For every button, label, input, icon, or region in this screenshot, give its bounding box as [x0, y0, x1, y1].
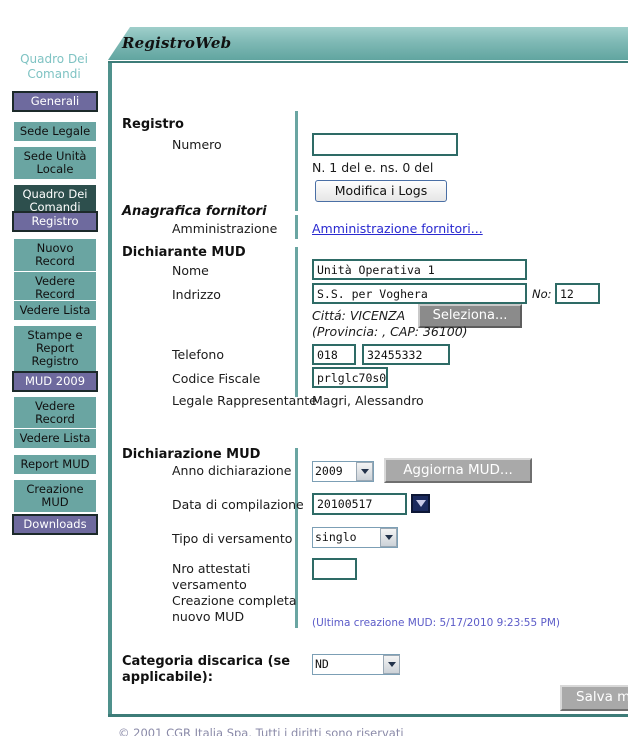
label-codice-fiscale: Codice Fiscale: [172, 371, 261, 386]
sidebar-item-nuovo-record[interactable]: Nuovo Record: [14, 238, 96, 271]
form-panel: Registro Numero N. 1 del e. ns. 0 del Mo…: [108, 63, 628, 715]
sidebar-item-mud-2009[interactable]: MUD 2009: [12, 371, 98, 392]
sidebar-title: Quadro Dei Comandi: [20, 52, 88, 81]
sidebar-item-registro[interactable]: Registro: [12, 211, 98, 232]
registro-summary-text: N. 1 del e. ns. 0 del: [312, 160, 434, 175]
label-creazione-completa: Creazione completa nuovo MUD: [172, 593, 297, 624]
chevron-down-icon-tipo[interactable]: [380, 528, 397, 547]
provincia-cap-text: (Provincia: , CAP: 36100): [312, 324, 468, 339]
section-heading-dichiarazione: Dichiarazione MUD: [122, 447, 261, 462]
sidebar: Quadro Dei Comandi Generali Sede Legale …: [0, 0, 108, 736]
citta-text: Cittá: VICENZA: [312, 308, 406, 323]
sidebar-item-vedere-lista-1[interactable]: Vedere Lista: [14, 300, 96, 320]
salva-button[interactable]: Salva m: [560, 685, 628, 711]
main-content: RegistroWeb Registro Numero N. 1 del e. …: [108, 0, 628, 736]
aggiorna-mud-button[interactable]: Aggiorna MUD...: [384, 458, 532, 483]
app-window: Quadro Dei Comandi Generali Sede Legale …: [0, 0, 628, 736]
label-numero: Numero: [172, 137, 222, 152]
label-civico-no: No:: [532, 287, 552, 301]
label-nome: Nome: [172, 263, 209, 278]
sidebar-item-stampe-report[interactable]: Stampe e Report Registro: [14, 325, 96, 371]
sidebar-item-vedere-record-2[interactable]: Vedere Record: [14, 396, 96, 429]
label-amministrazione: Amministrazione: [172, 221, 278, 236]
calendar-dropdown-icon[interactable]: [411, 494, 430, 513]
label-telefono: Telefono: [172, 347, 224, 362]
sidebar-item-generali[interactable]: Generali: [12, 91, 98, 112]
sidebar-item-vedere-lista-2[interactable]: Vedere Lista: [14, 428, 96, 448]
panel-bottom-divider: [108, 714, 628, 717]
indrizzo-input[interactable]: S.S. per Voghera: [312, 283, 527, 304]
sidebar-item-creazione-mud[interactable]: Creazione MUD: [14, 479, 96, 512]
sidebar-item-sede-unita-locale[interactable]: Sede Unità Locale: [14, 146, 96, 179]
modifica-logs-button[interactable]: Modifica i Logs: [315, 180, 447, 202]
data-compilazione-input[interactable]: 20100517: [312, 493, 407, 515]
numero-input[interactable]: [312, 133, 458, 156]
app-banner: RegistroWeb: [108, 27, 628, 60]
sidebar-item-report-mud[interactable]: Report MUD: [14, 454, 96, 474]
sidebar-item-sede-legale[interactable]: Sede Legale: [14, 121, 96, 141]
section-heading-anagrafica: Anagrafica fornitori: [122, 204, 267, 219]
chevron-down-icon-categoria[interactable]: [383, 655, 400, 674]
legale-rappresentante-value: Magri, Alessandro: [312, 393, 424, 408]
civico-no-input[interactable]: 12: [555, 283, 600, 304]
label-indrizzo: Indrizzo: [172, 287, 221, 302]
nro-attestati-input[interactable]: [312, 558, 357, 580]
chevron-down-icon-anno[interactable]: [356, 462, 373, 481]
label-tipo-versamento: Tipo di versamento: [172, 531, 293, 546]
ultima-creazione-note: (Ultima creazione MUD: 5/17/2010 9:23:55…: [312, 617, 560, 629]
codice-fiscale-input[interactable]: prlglc70s0: [312, 367, 388, 388]
telefono-number-input[interactable]: 32455332: [362, 344, 450, 365]
footer-copyright: © 2001 CGR Italia Spa. Tutti i diritti s…: [118, 726, 404, 736]
label-categoria-discarica: Categoria discarica (se applicabile):: [122, 654, 291, 685]
column-separator-registro: [295, 111, 298, 211]
amministrazione-fornitori-link[interactable]: Amministrazione fornitori...: [312, 221, 483, 236]
telefono-prefix-input[interactable]: 018: [312, 344, 356, 365]
nome-input[interactable]: Unità Operativa 1: [312, 259, 527, 280]
label-legale-rappresentante: Legale Rappresentante: [172, 393, 317, 408]
label-data-compilazione: Data di compilazione: [172, 497, 304, 512]
section-heading-dichiarante: Dichiarante MUD: [122, 245, 246, 260]
app-title: RegistroWeb: [122, 34, 232, 52]
label-nro-attestati: Nro attestati versamento: [172, 561, 251, 592]
sidebar-item-downloads[interactable]: Downloads: [12, 514, 98, 535]
section-heading-registro: Registro: [122, 117, 184, 132]
label-anno-dichiarazione: Anno dichiarazione: [172, 463, 292, 478]
